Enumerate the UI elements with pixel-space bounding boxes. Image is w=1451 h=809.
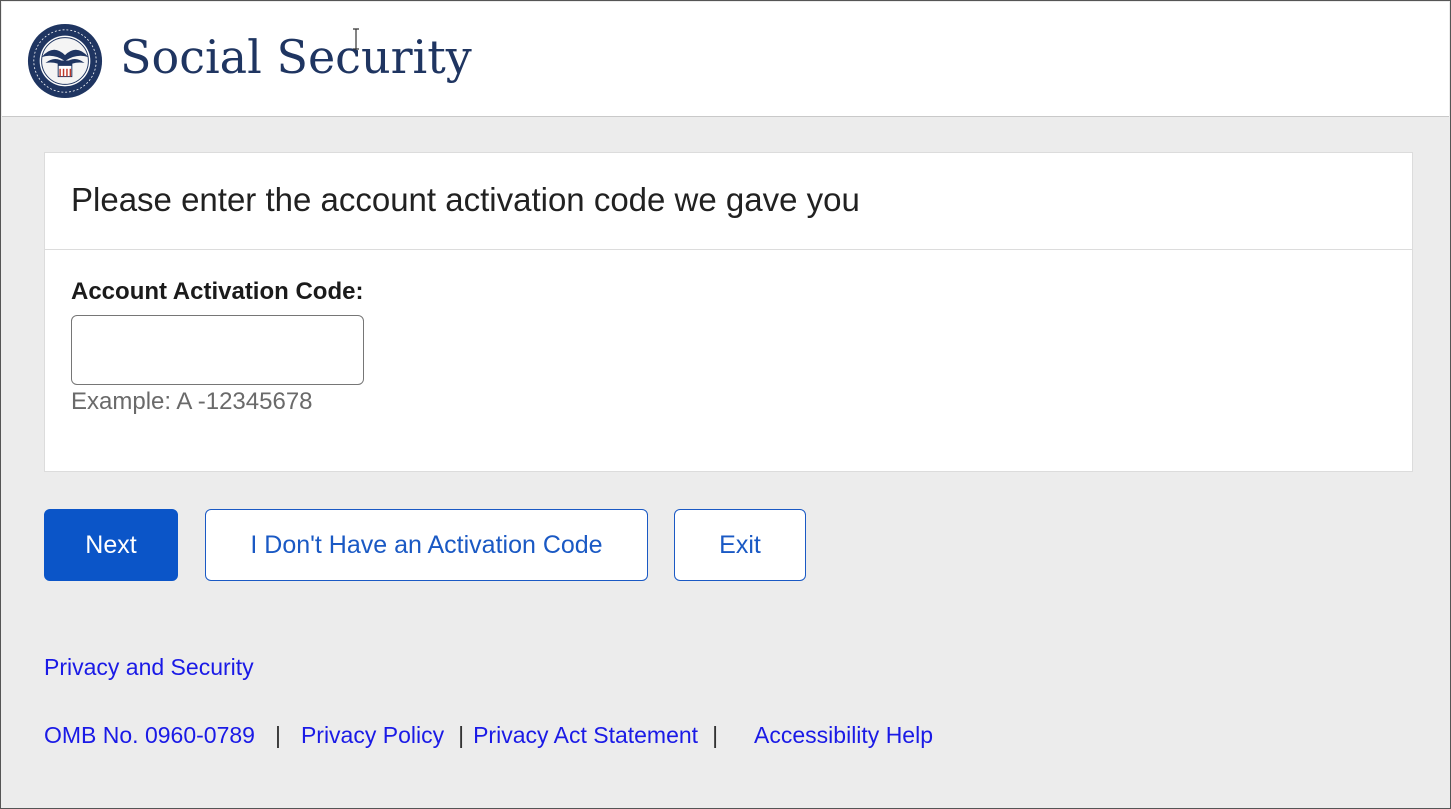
privacy-policy-link[interactable]: Privacy Policy [301, 722, 444, 749]
omb-number: OMB No. 0960-0789 [44, 722, 255, 748]
activation-code-hint: Example: A -12345678 [71, 388, 313, 415]
accessibility-help-link[interactable]: Accessibility Help [754, 722, 933, 749]
page-frame: Social Security Please enter the account… [0, 0, 1451, 809]
no-activation-code-button[interactable]: I Don't Have an Activation Code [205, 509, 648, 581]
footer-separator: | [712, 722, 719, 748]
ssa-seal-icon [27, 23, 103, 99]
activation-code-card: Please enter the account activation code… [44, 152, 1413, 472]
card-body: Account Activation Code: Example: A -123… [45, 250, 1412, 416]
card-header: Please enter the account activation code… [45, 153, 1412, 250]
privacy-act-statement-link[interactable]: Privacy Act Statement [473, 722, 698, 749]
next-button[interactable]: Next [44, 509, 178, 581]
footer-separator: | [458, 722, 465, 748]
activation-code-label: Account Activation Code: [71, 278, 364, 305]
site-brand-title: Social Security [120, 30, 472, 84]
privacy-and-security-link[interactable]: Privacy and Security [44, 654, 254, 681]
footer-separator: | [274, 722, 281, 748]
activation-code-input[interactable] [71, 315, 364, 385]
footer-links: OMB No. 0960-0789 | Privacy Policy | Pri… [44, 722, 933, 749]
exit-button[interactable]: Exit [674, 509, 806, 581]
card-title: Please enter the account activation code… [71, 181, 860, 218]
text-cursor-icon [353, 28, 359, 50]
site-header: Social Security [2, 2, 1449, 117]
